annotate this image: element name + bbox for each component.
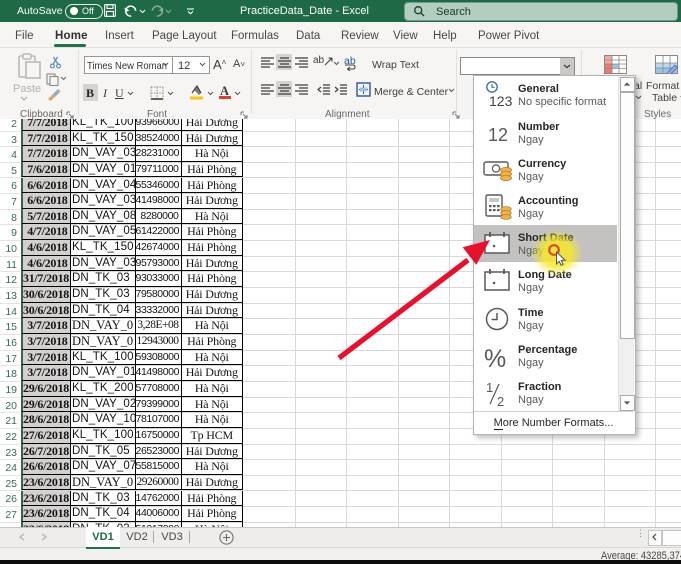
svg-text:12: 12 (488, 125, 508, 145)
svg-text:2: 2 (497, 394, 504, 408)
svg-text:1: 1 (486, 380, 493, 395)
svg-text:%: % (484, 345, 506, 371)
svg-text:123: 123 (489, 93, 513, 109)
